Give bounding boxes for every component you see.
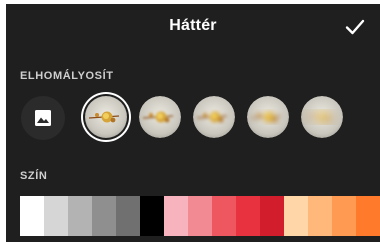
choose-image-button[interactable] (21, 96, 65, 140)
blur-option-1[interactable] (85, 96, 127, 138)
color-swatch[interactable] (140, 196, 164, 236)
color-swatch[interactable] (308, 196, 332, 236)
color-swatch[interactable] (260, 196, 284, 236)
color-swatch[interactable] (164, 196, 188, 236)
image-icon (35, 110, 51, 126)
blur-options (6, 96, 380, 142)
color-swatch[interactable] (68, 196, 92, 236)
blur-section-label: ELHOMÁLYOSÍT (20, 70, 114, 82)
color-swatch[interactable] (44, 196, 68, 236)
color-swatch[interactable] (92, 196, 116, 236)
checkmark-icon[interactable] (344, 16, 366, 38)
color-swatch[interactable] (284, 196, 308, 236)
color-swatch-row (20, 196, 380, 236)
color-section-label: SZÍN (20, 170, 48, 182)
blur-option-4[interactable] (247, 96, 289, 138)
color-swatch[interactable] (20, 196, 44, 236)
color-swatch[interactable] (116, 196, 140, 236)
page-title: Háttér (169, 17, 217, 34)
color-swatch[interactable] (332, 196, 356, 236)
blur-option-2[interactable] (139, 96, 181, 138)
top-bar: Háttér (6, 4, 380, 50)
color-swatch[interactable] (236, 196, 260, 236)
blur-option-3[interactable] (193, 96, 235, 138)
color-swatch[interactable] (188, 196, 212, 236)
color-swatch[interactable] (356, 196, 380, 236)
blur-option-5[interactable] (301, 96, 343, 138)
screen: Háttér ELHOMÁLYOSÍT SZÍN (0, 0, 380, 242)
color-swatch[interactable] (212, 196, 236, 236)
